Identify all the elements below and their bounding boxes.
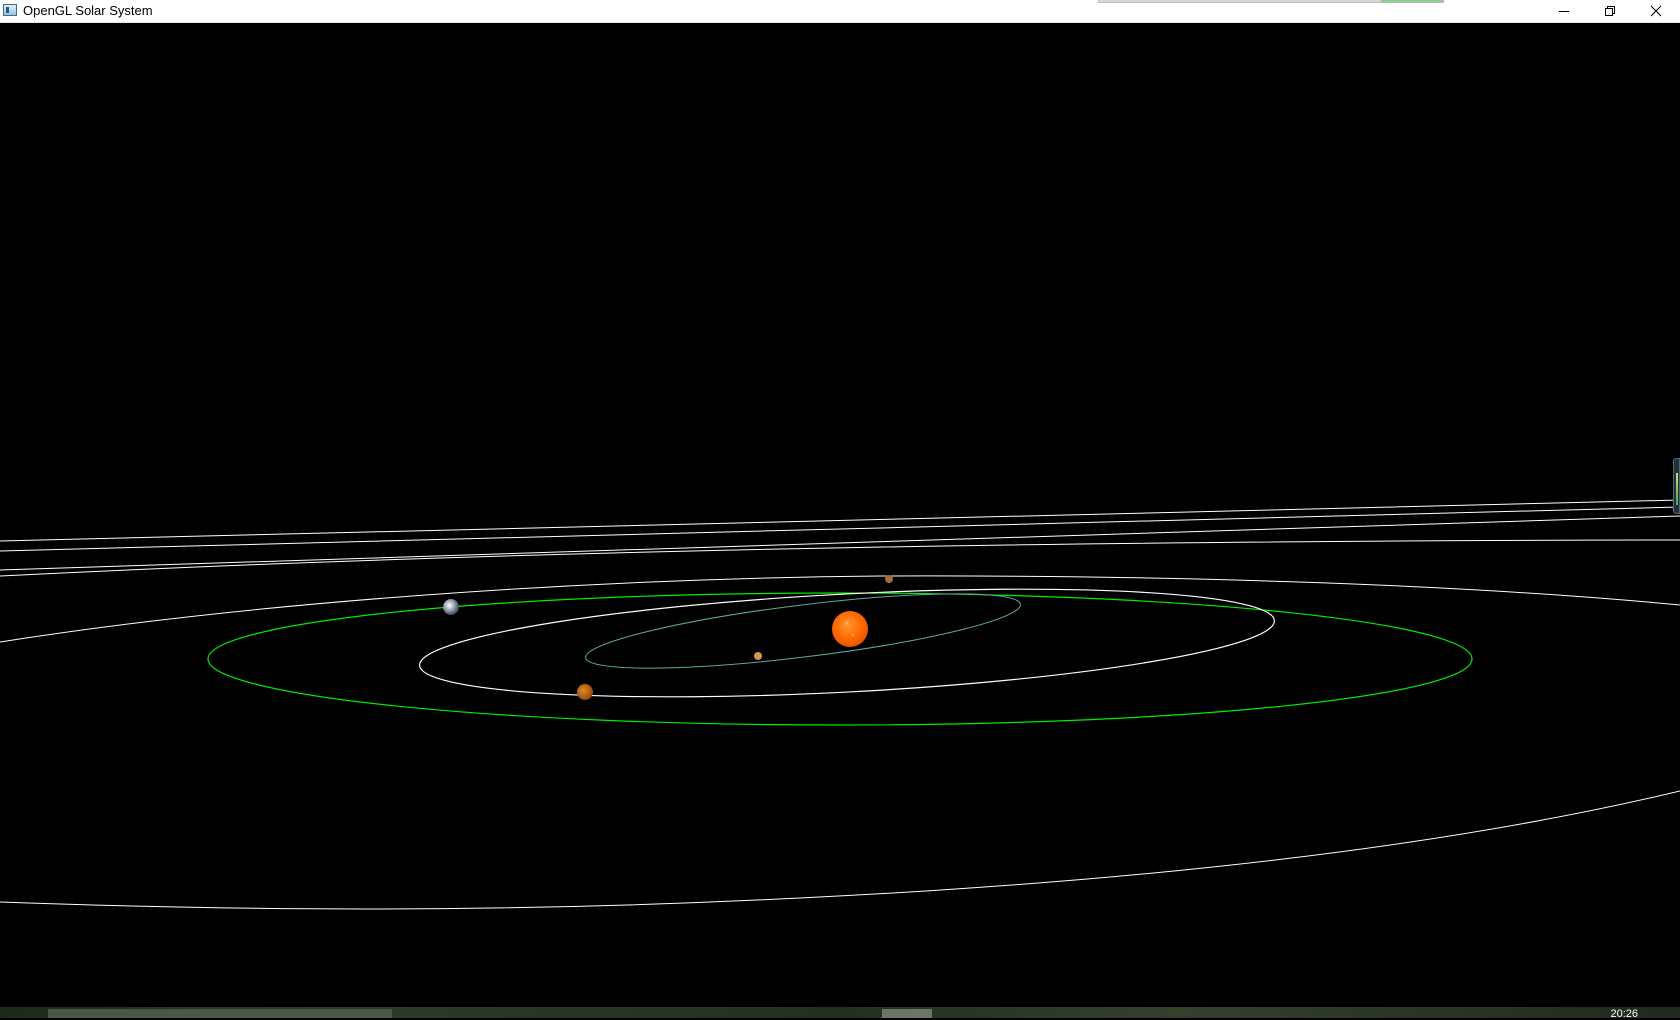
taskbar-clock[interactable]: 20:26 [1610, 1008, 1638, 1020]
outer-orbit-line-4 [0, 539, 1680, 577]
outer-orbit-line-1 [0, 499, 1680, 542]
minimize-icon [1559, 11, 1569, 12]
sun-spot [851, 633, 855, 637]
outer-orbit-line-2 [0, 506, 1680, 552]
mercury[interactable] [754, 652, 762, 660]
taskbar: 20:26 [0, 1007, 1680, 1020]
restore-icon [1605, 6, 1615, 16]
minimize-button[interactable] [1541, 0, 1587, 22]
side-dock-widget[interactable] [1673, 458, 1680, 514]
sun-spot [845, 621, 849, 625]
opengl-viewport[interactable] [0, 23, 1680, 1007]
sun[interactable] [832, 611, 868, 647]
restore-button[interactable] [1587, 0, 1633, 22]
earth[interactable] [443, 599, 459, 615]
opengl-app-icon [3, 4, 17, 16]
outer-orbit-line-3 [0, 515, 1680, 571]
overlay-popup-edge [1098, 0, 1444, 3]
application-window: OpenGL Solar System 20:26 [0, 0, 1680, 1020]
mars[interactable] [577, 684, 593, 700]
solar-system-scene [0, 499, 1680, 910]
taskbar-item[interactable] [882, 1009, 932, 1018]
outer-orbit-arc-lower [0, 790, 1680, 910]
close-icon [1650, 5, 1662, 17]
earth-orbit [207, 592, 1473, 726]
title-bar[interactable]: OpenGL Solar System [0, 0, 1680, 23]
outer-body[interactable] [885, 575, 893, 583]
taskbar-item[interactable] [48, 1009, 392, 1018]
close-button[interactable] [1633, 0, 1679, 22]
mercury-orbit [585, 593, 1021, 669]
window-title: OpenGL Solar System [23, 3, 153, 18]
